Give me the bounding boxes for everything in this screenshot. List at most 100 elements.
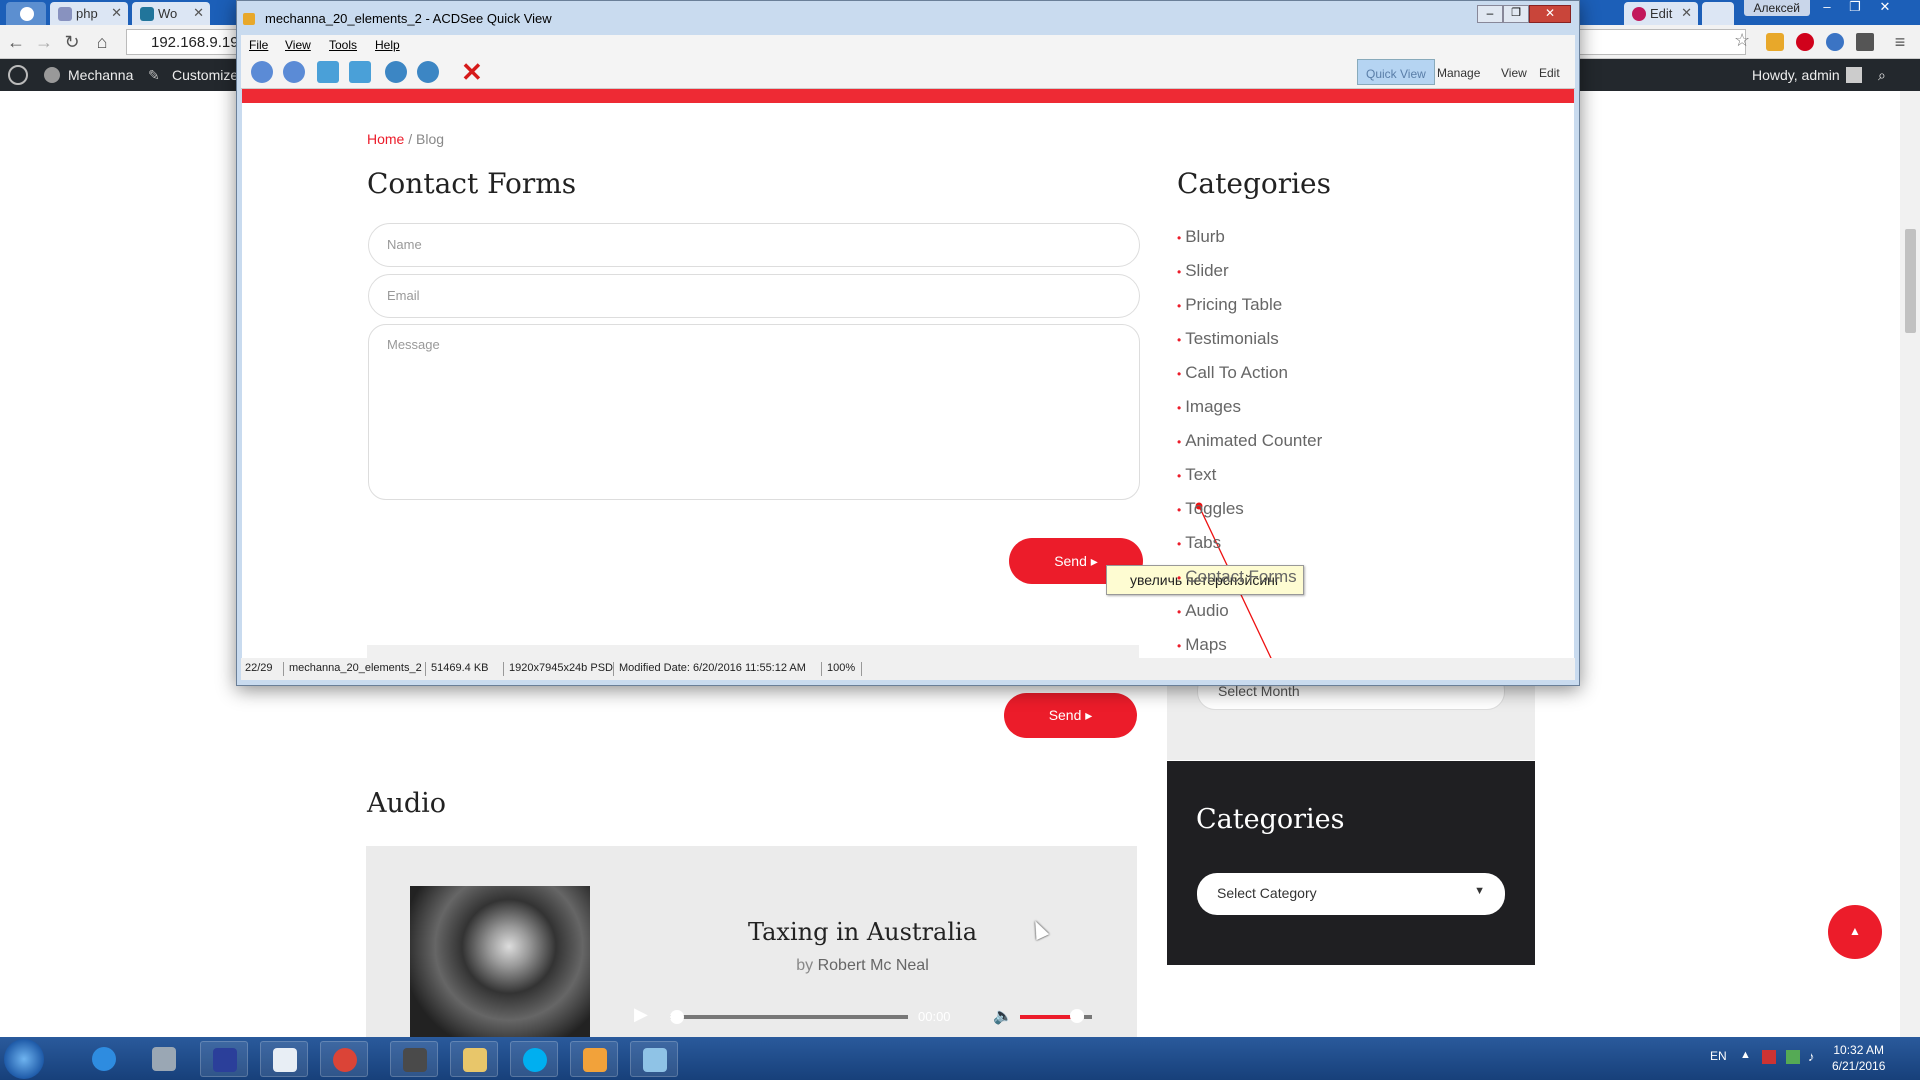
category-item: • Images <box>1177 397 1241 417</box>
sublime-text-icon[interactable] <box>390 1041 438 1077</box>
network-icon[interactable] <box>1786 1050 1800 1064</box>
divider <box>821 662 822 676</box>
bookmark-star-icon[interactable]: ☆ <box>1734 30 1752 50</box>
system-clock[interactable]: 10:32 AM 6/21/2016 <box>1832 1042 1885 1074</box>
tab-edit[interactable]: Edit ✕ <box>1624 2 1698 25</box>
action-center-icon[interactable] <box>1762 1050 1776 1064</box>
divider <box>503 662 504 676</box>
calculator-icon[interactable] <box>140 1041 188 1077</box>
howdy-account-link[interactable]: Howdy, admin <box>1752 67 1840 83</box>
divider <box>613 662 614 676</box>
volume-icon[interactable]: 🔈 <box>993 1006 1013 1026</box>
menu-view[interactable]: View <box>285 38 311 52</box>
next-image-icon[interactable] <box>283 61 305 83</box>
chevron-down-icon: ▼ <box>1474 885 1485 897</box>
rotate-left-icon[interactable] <box>317 61 339 83</box>
acdsee-icon[interactable] <box>570 1041 618 1077</box>
tab-wordpress[interactable]: Wo ✕ <box>132 2 210 25</box>
search-icon[interactable]: ⌕ <box>1878 67 1886 84</box>
category-label: Testimonials <box>1185 329 1279 348</box>
skype-icon[interactable] <box>510 1041 558 1077</box>
rotate-right-icon[interactable] <box>349 61 371 83</box>
start-button[interactable] <box>4 1039 44 1079</box>
chrome-profile-button[interactable]: Алексей <box>1743 0 1810 16</box>
mode-quick-view[interactable]: Quick View <box>1357 59 1435 85</box>
mode-edit[interactable]: Edit <box>1531 59 1568 85</box>
menu-file[interactable]: File <box>249 38 268 52</box>
tray-expand-icon[interactable]: ▲ <box>1740 1049 1751 1061</box>
dashboard-icon <box>44 67 60 83</box>
mail-icon[interactable] <box>1856 33 1874 51</box>
chrome-menu-icon[interactable]: ≡ <box>1890 32 1910 52</box>
globe-extension-icon[interactable] <box>1826 33 1844 51</box>
notepad-icon[interactable] <box>630 1041 678 1077</box>
category-item: • Tabs <box>1177 533 1221 553</box>
close-window-icon[interactable]: ✕ <box>1529 5 1571 23</box>
tab-php[interactable]: php ✕ <box>50 2 128 25</box>
close-window-icon[interactable]: ✕ <box>1874 0 1896 16</box>
scrollbar-thumb[interactable] <box>1905 229 1916 333</box>
customize-link[interactable]: Customize <box>172 67 238 83</box>
home-icon[interactable]: ⌂ <box>92 32 112 52</box>
previous-image-icon[interactable] <box>251 61 273 83</box>
save-disk-icon[interactable] <box>200 1041 248 1077</box>
category-label: Slider <box>1185 261 1229 280</box>
volume-level[interactable] <box>1020 1015 1076 1019</box>
adblock-plus-icon[interactable] <box>1796 33 1814 51</box>
internet-explorer-icon[interactable] <box>80 1041 128 1077</box>
forward-arrow-icon[interactable]: → <box>34 32 54 52</box>
close-icon[interactable]: ✕ <box>1681 5 1692 21</box>
reload-icon[interactable]: ↻ <box>62 32 82 52</box>
send-button[interactable]: Send ▸ <box>1004 693 1137 738</box>
play-icon[interactable]: ▶ <box>634 1004 650 1024</box>
category-item: • Audio <box>1177 601 1229 621</box>
minimize-icon[interactable]: – <box>1477 5 1503 23</box>
category-item: • Slider <box>1177 261 1229 281</box>
menu-help[interactable]: Help <box>375 38 400 52</box>
close-icon[interactable]: ✕ <box>193 5 204 21</box>
track-byline: by Robert Mc Neal <box>700 957 1025 975</box>
wordpress-logo-icon[interactable] <box>8 65 28 85</box>
minimize-icon[interactable]: – <box>1816 0 1838 16</box>
category-item: • Toggles <box>1177 499 1244 519</box>
avatar[interactable] <box>1846 67 1862 83</box>
track-author: Robert Mc Neal <box>817 957 929 974</box>
image-viewport[interactable]: Home / Blog Contact Forms Name Email Mes… <box>242 89 1574 659</box>
select-category-dropdown[interactable]: Select Category ▼ <box>1197 873 1505 915</box>
chrome-icon[interactable] <box>320 1041 368 1077</box>
back-arrow-icon[interactable]: ← <box>6 32 26 52</box>
audio-section-title: Audio <box>367 788 447 819</box>
wordpress-favicon-icon <box>140 7 154 21</box>
progress-handle[interactable] <box>670 1010 684 1024</box>
skype-s-icon[interactable] <box>260 1041 308 1077</box>
new-tab-button[interactable] <box>1702 2 1734 25</box>
volume-icon[interactable]: ♪ <box>1808 1049 1815 1064</box>
mode-view[interactable]: View <box>1493 59 1535 85</box>
tab-label: php <box>76 6 98 21</box>
close-icon[interactable]: ✕ <box>111 5 122 21</box>
bullet-icon: • <box>1177 435 1182 449</box>
language-indicator[interactable]: EN <box>1710 1049 1727 1063</box>
mode-manage[interactable]: Manage <box>1429 59 1488 85</box>
zoom-out-icon[interactable] <box>417 61 439 83</box>
chrome-menu-icon[interactable] <box>6 2 46 25</box>
close-icon[interactable]: ✕ <box>461 57 483 88</box>
category-label: Images <box>1185 397 1241 416</box>
site-name-link[interactable]: Mechanna <box>68 67 133 83</box>
taskbar: EN ▲ ♪ 10:32 AM 6/21/2016 <box>0 1037 1920 1080</box>
divider <box>425 662 426 676</box>
volume-handle[interactable] <box>1070 1009 1084 1023</box>
maximize-icon[interactable]: ❐ <box>1844 0 1866 16</box>
category-label: Pricing Table <box>1185 295 1283 314</box>
category-label: Blurb <box>1185 227 1225 246</box>
progress-track[interactable] <box>670 1015 908 1019</box>
zoom-in-icon[interactable] <box>385 61 407 83</box>
menu-tools[interactable]: Tools <box>329 38 357 52</box>
folder-icon[interactable] <box>450 1041 498 1077</box>
modified-date: Modified Date: 6/20/2016 11:55:12 AM <box>619 662 806 674</box>
tab-label: Wo <box>158 6 178 21</box>
scroll-to-top-button[interactable]: ▲ <box>1828 905 1882 959</box>
category-item: • Blurb <box>1177 227 1225 247</box>
restore-icon[interactable]: ❐ <box>1503 5 1529 23</box>
extension-icon[interactable] <box>1766 33 1784 51</box>
